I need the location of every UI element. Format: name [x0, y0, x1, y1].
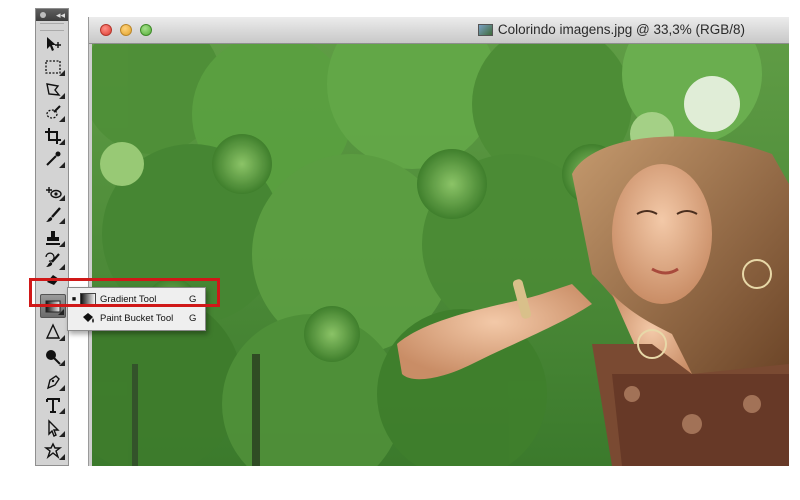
type-tool-icon[interactable] — [40, 394, 66, 416]
eyedropper-icon[interactable] — [40, 148, 66, 170]
highlight-annotation-box — [29, 278, 220, 307]
crop-icon[interactable] — [40, 125, 66, 147]
more-tools-indicator — [59, 93, 65, 99]
flyout-item-paint-bucket-tool[interactable]: Paint Bucket Tool G — [68, 309, 205, 327]
more-tools-indicator — [59, 162, 65, 168]
more-tools-indicator — [59, 335, 65, 341]
image-canvas[interactable] — [92, 44, 789, 466]
document-titlebar[interactable]: Colorindo imagens.jpg @ 33,3% (RGB/8) — [89, 17, 789, 44]
lasso-icon[interactable] — [40, 79, 66, 101]
document-title: Colorindo imagens.jpg @ 33,3% (RGB/8) — [477, 22, 745, 37]
image-file-icon — [477, 23, 493, 36]
paint-bucket-icon — [80, 312, 96, 324]
brush-icon[interactable] — [40, 204, 66, 226]
tools-panel: ◂◂ — [35, 8, 69, 466]
more-tools-indicator — [59, 139, 65, 145]
more-tools-indicator — [59, 195, 65, 201]
more-tools-indicator — [59, 241, 65, 247]
pen-icon[interactable] — [40, 371, 66, 393]
clone-stamp-icon[interactable] — [40, 227, 66, 249]
blur-icon[interactable] — [40, 321, 66, 343]
document-title-text: Colorindo imagens.jpg @ 33,3% (RGB/8) — [497, 22, 745, 37]
path-selection-icon[interactable] — [40, 417, 66, 439]
flyout-item-label: Paint Bucket Tool — [100, 312, 174, 324]
document-window: Colorindo imagens.jpg @ 33,3% (RGB/8) — [88, 17, 789, 466]
move-tool-icon[interactable] — [40, 33, 66, 55]
panel-collapse-icon[interactable]: ◂◂ — [56, 9, 65, 21]
more-tools-indicator — [58, 309, 64, 315]
panel-grip[interactable] — [40, 23, 64, 31]
panel-close-icon[interactable] — [40, 12, 46, 18]
flyout-item-shortcut: G — [189, 312, 197, 324]
zoom-window-button[interactable] — [140, 24, 152, 36]
more-tools-indicator — [59, 116, 65, 122]
more-tools-indicator — [59, 454, 65, 460]
more-tools-indicator — [59, 431, 65, 437]
more-tools-indicator — [59, 360, 65, 366]
more-tools-indicator — [59, 70, 65, 76]
quick-selection-icon[interactable] — [40, 102, 66, 124]
more-tools-indicator — [59, 385, 65, 391]
dodge-icon[interactable] — [40, 346, 66, 368]
canvas-photo — [92, 44, 789, 466]
more-tools-indicator — [59, 408, 65, 414]
minimize-window-button[interactable] — [120, 24, 132, 36]
custom-shape-icon[interactable] — [40, 440, 66, 462]
tools-panel-header: ◂◂ — [36, 9, 68, 21]
marquee-icon[interactable] — [40, 56, 66, 78]
spot-healing-icon[interactable] — [40, 181, 66, 203]
more-tools-indicator — [59, 218, 65, 224]
close-window-button[interactable] — [100, 24, 112, 36]
